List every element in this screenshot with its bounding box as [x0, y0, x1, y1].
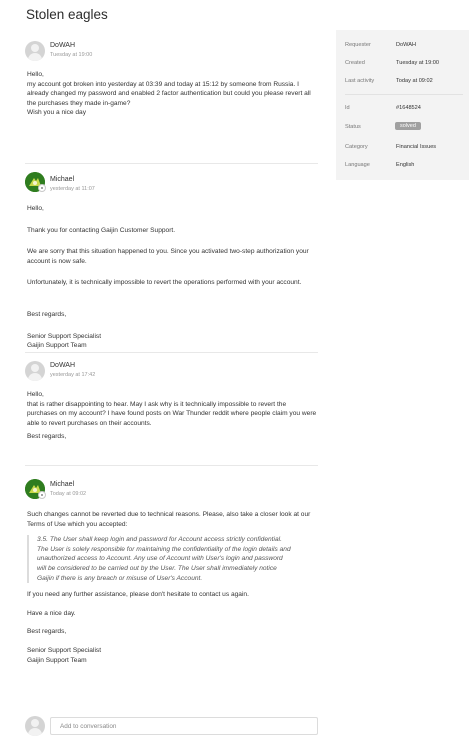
requester-label: Requester — [345, 42, 371, 48]
message-author[interactable]: DoWAH — [50, 362, 75, 369]
ticket-details-panel: Requester DoWAH Created Tuesday at 19:00… — [336, 30, 469, 180]
category-value: Financial Issues — [396, 144, 437, 150]
message-paragraph: Gaijin Support Team — [27, 342, 87, 350]
message-paragraph: Gaijin Support Team — [27, 656, 87, 664]
id-label: Id — [345, 105, 350, 111]
message-author[interactable]: Michael — [50, 481, 74, 488]
message-paragraph: Such changes cannot be reverted due to t… — [27, 511, 311, 528]
language-label: Language — [345, 162, 370, 168]
message-time: Tuesday at 19:00 — [50, 52, 93, 58]
user-avatar-icon — [25, 41, 45, 61]
message-time: yesterday at 17:42 — [50, 372, 96, 378]
message: Michael Today at 09:02 Such changes cann… — [25, 466, 318, 706]
status-label: Status — [345, 124, 361, 130]
agent-badge-icon — [38, 184, 46, 192]
status-badge: solved — [395, 122, 421, 130]
user-avatar-icon — [25, 716, 45, 736]
message-time: Today at 09:02 — [50, 491, 87, 497]
message-paragraph: Have a nice day. — [27, 609, 76, 617]
message: DoWAH yesterday at 17:42 Hello, that is … — [25, 353, 318, 466]
message-paragraph: Best regards, — [27, 310, 67, 318]
agent-badge-icon — [38, 491, 46, 499]
message-paragraph: my account got broken into yesterday at … — [27, 80, 311, 107]
message-author[interactable]: Michael — [50, 176, 74, 183]
requester-value: DoWAH — [396, 42, 416, 48]
message-time: yesterday at 11:07 — [50, 186, 95, 192]
terms-quote: 3.5. The User shall keep login and passw… — [27, 535, 292, 584]
add-to-conversation-input[interactable] — [50, 717, 318, 735]
message-paragraph: that is rather disappointing to hear. Ma… — [27, 400, 317, 427]
id-value: #1648524 — [396, 105, 421, 111]
message-paragraph: Senior Support Specialist — [27, 332, 102, 340]
compose-area — [25, 716, 318, 736]
user-avatar-icon — [25, 361, 45, 381]
message-paragraph: Hello, — [27, 71, 44, 78]
message-paragraph: Hello, — [27, 391, 44, 398]
message-body: Hello, Thank you for contacting Gaijin C… — [27, 204, 317, 351]
message-paragraph: Wish you a nice day — [27, 109, 87, 117]
last-activity-value: Today at 09:02 — [396, 78, 433, 84]
message-paragraph: Thank you for contacting Gaijin Customer… — [27, 226, 176, 234]
message-paragraph: Hello, — [27, 205, 44, 212]
divider — [345, 94, 463, 95]
message-body: Hello, my account got broken into yester… — [27, 70, 317, 118]
language-value: English — [396, 162, 415, 168]
message-paragraph: Best regards, — [27, 433, 67, 441]
ticket-title: Stolen eagles — [26, 7, 108, 22]
conversation-thread: DoWAH Tuesday at 19:00 Hello, my account… — [25, 38, 318, 706]
created-label: Created — [345, 60, 365, 66]
message: DoWAH Tuesday at 19:00 Hello, my account… — [25, 38, 318, 164]
message: Michael yesterday at 11:07 Hello, Thank … — [25, 164, 318, 353]
message-paragraph: Best regards, — [27, 628, 67, 636]
category-label: Category — [345, 144, 368, 150]
message-paragraph: Senior Support Specialist — [27, 646, 102, 654]
message-body: Hello, that is rather disappointing to h… — [27, 390, 317, 442]
created-value: Tuesday at 19:00 — [396, 60, 440, 66]
message-body: Such changes cannot be reverted due to t… — [27, 510, 317, 665]
last-activity-label: Last activity — [345, 78, 375, 84]
message-paragraph: Unfortunately, it is technically impossi… — [27, 279, 302, 287]
message-author[interactable]: DoWAH — [50, 42, 75, 49]
message-paragraph: If you need any further assistance, plea… — [27, 591, 249, 599]
message-paragraph: We are sorry that this situation happene… — [27, 248, 309, 265]
